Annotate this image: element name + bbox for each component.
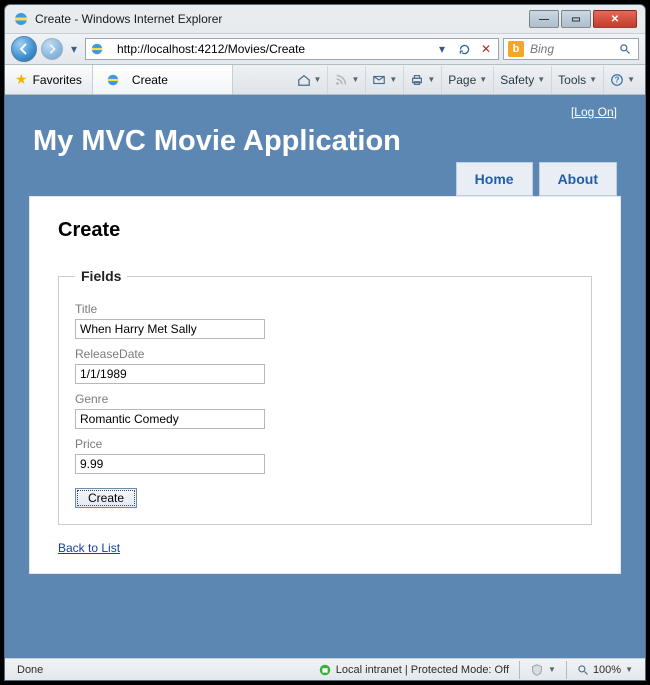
zoom-icon [577, 664, 589, 676]
back-to-list-link[interactable]: Back to List [58, 541, 120, 555]
tools-cmd-button[interactable]: Tools▼ [551, 66, 603, 94]
window-title: Create - Windows Internet Explorer [35, 12, 222, 26]
mail-cmd-button[interactable]: ▼ [365, 66, 403, 94]
forward-button[interactable] [41, 38, 63, 60]
safety-cmd-button[interactable]: Safety▼ [493, 66, 551, 94]
input-price[interactable] [75, 454, 265, 474]
tab-bar: ★ Favorites Create ▼ ▼ ▼ ▼ [5, 65, 645, 95]
fields-fieldset: Fields Title ReleaseDate Genre Price Cre… [58, 268, 592, 525]
help-cmd-button[interactable]: ? ▼ [603, 66, 641, 94]
menu-home[interactable]: Home [456, 162, 533, 196]
close-button[interactable]: ✕ [593, 10, 637, 28]
tab-icon [105, 72, 121, 88]
app-title: My MVC Movie Application [5, 125, 645, 162]
page-body: Create Fields Title ReleaseDate Genre Pr… [29, 196, 621, 574]
input-genre[interactable] [75, 409, 265, 429]
help-icon: ? [610, 73, 624, 87]
mvc-page: [ Log On ] My MVC Movie Application Home… [5, 95, 645, 658]
svg-text:?: ? [615, 75, 620, 84]
stop-icon[interactable]: ✕ [477, 40, 495, 58]
input-releasedate[interactable] [75, 364, 265, 384]
separator [566, 661, 567, 679]
menu-about[interactable]: About [539, 162, 617, 196]
bing-icon: b [508, 41, 524, 57]
maximize-button[interactable]: ▭ [561, 10, 591, 28]
refresh-icon[interactable] [455, 40, 473, 58]
separator [519, 661, 520, 679]
search-box: b [503, 38, 639, 60]
url-input[interactable] [115, 41, 429, 57]
tab-title: Create [132, 73, 168, 87]
page-cmd-button[interactable]: Page▼ [441, 66, 493, 94]
title-bar: Create - Windows Internet Explorer — ▭ ✕ [5, 5, 645, 33]
navigation-bar: ▾ ▾ ✕ b [5, 33, 645, 65]
label-releasedate: ReleaseDate [75, 347, 575, 361]
create-button[interactable]: Create [75, 488, 137, 508]
content-viewport[interactable]: [ Log On ] My MVC Movie Application Home… [5, 95, 645, 658]
browser-window: Create - Windows Internet Explorer — ▭ ✕… [4, 4, 646, 681]
print-cmd-button[interactable]: ▼ [403, 66, 441, 94]
page-icon [89, 41, 105, 57]
rss-icon [334, 73, 348, 87]
printer-icon [410, 73, 424, 87]
home-cmd-button[interactable]: ▼ [291, 66, 328, 94]
input-title[interactable] [75, 319, 265, 339]
label-genre: Genre [75, 392, 575, 406]
mail-icon [372, 73, 386, 87]
fieldset-legend: Fields [75, 268, 127, 284]
ie-logo-icon [13, 11, 29, 27]
logon-link[interactable]: Log On [574, 105, 613, 119]
security-zone[interactable]: Local intranet | Protected Mode: Off [312, 663, 515, 677]
status-text: Done [11, 664, 49, 676]
home-icon [297, 73, 311, 87]
address-dropdown-icon[interactable]: ▾ [433, 40, 451, 58]
favorites-button[interactable]: ★ Favorites [5, 65, 93, 94]
zoom-control[interactable]: 100% ▼ [571, 664, 639, 676]
search-go-icon[interactable] [616, 40, 634, 58]
favorites-label: Favorites [33, 73, 82, 87]
star-icon: ★ [15, 71, 28, 88]
back-button[interactable] [11, 36, 37, 62]
label-price: Price [75, 437, 575, 451]
tab-create[interactable]: Create [93, 65, 233, 94]
login-area: [ Log On ] [5, 95, 645, 125]
nav-history-dropdown[interactable]: ▾ [67, 37, 81, 61]
minimize-button[interactable]: — [529, 10, 559, 28]
main-menu: Home About [5, 162, 645, 196]
zone-icon [318, 663, 332, 677]
search-input[interactable] [528, 41, 612, 57]
shield-off-icon [530, 663, 544, 677]
status-bar: Done Local intranet | Protected Mode: Of… [5, 658, 645, 680]
command-bar: ▼ ▼ ▼ ▼ Page▼ Safety▼ Tools▼ [291, 65, 645, 94]
feeds-cmd-button[interactable]: ▼ [327, 66, 365, 94]
label-title: Title [75, 302, 575, 316]
address-bar: ▾ ✕ [85, 38, 499, 60]
page-heading: Create [58, 219, 592, 242]
protected-mode-toggle[interactable]: ▼ [524, 663, 562, 677]
